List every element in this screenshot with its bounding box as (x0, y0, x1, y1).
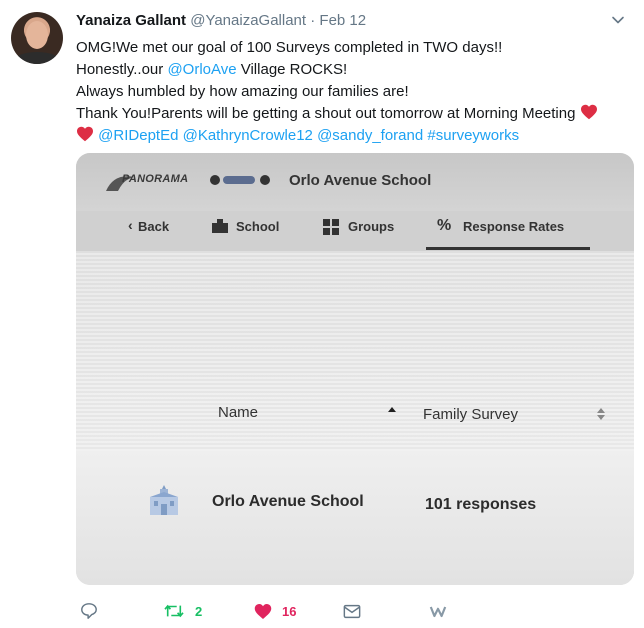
row-school-name: Orlo Avenue School (212, 493, 364, 510)
header-separator: · (310, 12, 316, 29)
chevron-down-icon[interactable] (610, 12, 626, 28)
row-family-survey-value: 101 responses (425, 496, 537, 513)
retweet-button[interactable]: 2 (163, 600, 202, 622)
heart-icon (254, 603, 272, 619)
author-handle[interactable]: @YanaizaGallant (190, 12, 306, 29)
avatar[interactable] (11, 12, 63, 64)
logo-dot-left (210, 175, 220, 185)
column-header-name: Name (218, 404, 259, 421)
groups-grid-icon (323, 219, 339, 235)
tweet-line-4-text: Thank You!Parents will be getting a shou… (76, 105, 576, 122)
heart-emoji-icon (580, 104, 597, 120)
mention-kathryncrowle12[interactable]: @KathrynCrowle12 (183, 127, 313, 144)
mention-ridepted[interactable]: @RIDeptEd (98, 127, 178, 144)
avatar-face (26, 21, 48, 49)
tweet-date[interactable]: Feb 12 (319, 12, 366, 29)
tweet-line-1: OMG!We met our goal of 100 Surveys compl… (76, 39, 503, 56)
tweet-line-3: Always humbled by how amazing our famili… (76, 83, 409, 100)
author-name[interactable]: Yanaiza Gallant (76, 12, 186, 29)
tweet-line-2-pre: Honestly..our (76, 61, 168, 78)
percent-icon: % (437, 217, 452, 234)
back-chevron-icon: ‹ (128, 217, 133, 233)
mention-orloave[interactable]: @OrloAve (167, 61, 236, 78)
tweet-text: OMG!We met our goal of 100 Surveys compl… (76, 37, 636, 147)
tweet-line-2-post: Village ROCKS! (236, 61, 348, 78)
like-count: 16 (282, 603, 297, 619)
dm-button[interactable] (343, 600, 361, 622)
tweet-photo[interactable]: PANORAMA Orlo Avenue School ‹ Back Schoo… (76, 153, 634, 585)
like-button[interactable]: 16 (254, 600, 296, 622)
heart-emoji-icon (77, 126, 93, 142)
reply-button[interactable] (80, 600, 98, 622)
nav-active-underline (426, 247, 590, 250)
column-header-family-survey: Family Survey (423, 406, 519, 423)
mention-sandy-forand[interactable]: @sandy_forand (317, 127, 423, 144)
tweet-line-5: @RIDeptEd @KathrynCrowle12 @sandy_forand… (76, 125, 636, 147)
nav-school: School (236, 219, 280, 234)
w-icon (429, 606, 447, 617)
reply-icon (81, 603, 97, 619)
school-icon (150, 485, 178, 515)
sort-ascending-icon (388, 407, 396, 412)
retweet-icon (164, 604, 184, 618)
school-building-icon (212, 219, 228, 233)
nav-groups: Groups (348, 219, 395, 234)
tweet-header: Yanaiza Gallant @YanaizaGallant · Feb 12 (76, 12, 366, 29)
envelope-icon (343, 604, 361, 618)
avatar-shirt (13, 52, 61, 64)
logo-pill (223, 176, 255, 184)
photo-glare (76, 251, 634, 451)
panorama-logo-text: PANORAMA (122, 173, 189, 185)
nav-response-rates: Response Rates (463, 219, 565, 234)
photo-school-title: Orlo Avenue School (289, 172, 432, 189)
hashtag-surveyworks[interactable]: #surveyworks (427, 127, 519, 144)
tweet-line-2: Honestly..our @OrloAve Village ROCKS! (76, 59, 636, 81)
extra-action-button[interactable] (429, 600, 447, 622)
retweet-count: 2 (195, 603, 203, 619)
nav-back: Back (138, 219, 170, 234)
logo-dot-right (260, 175, 270, 185)
tweet-line-4: Thank You!Parents will be getting a shou… (76, 103, 636, 125)
sort-both-icon (597, 408, 605, 420)
